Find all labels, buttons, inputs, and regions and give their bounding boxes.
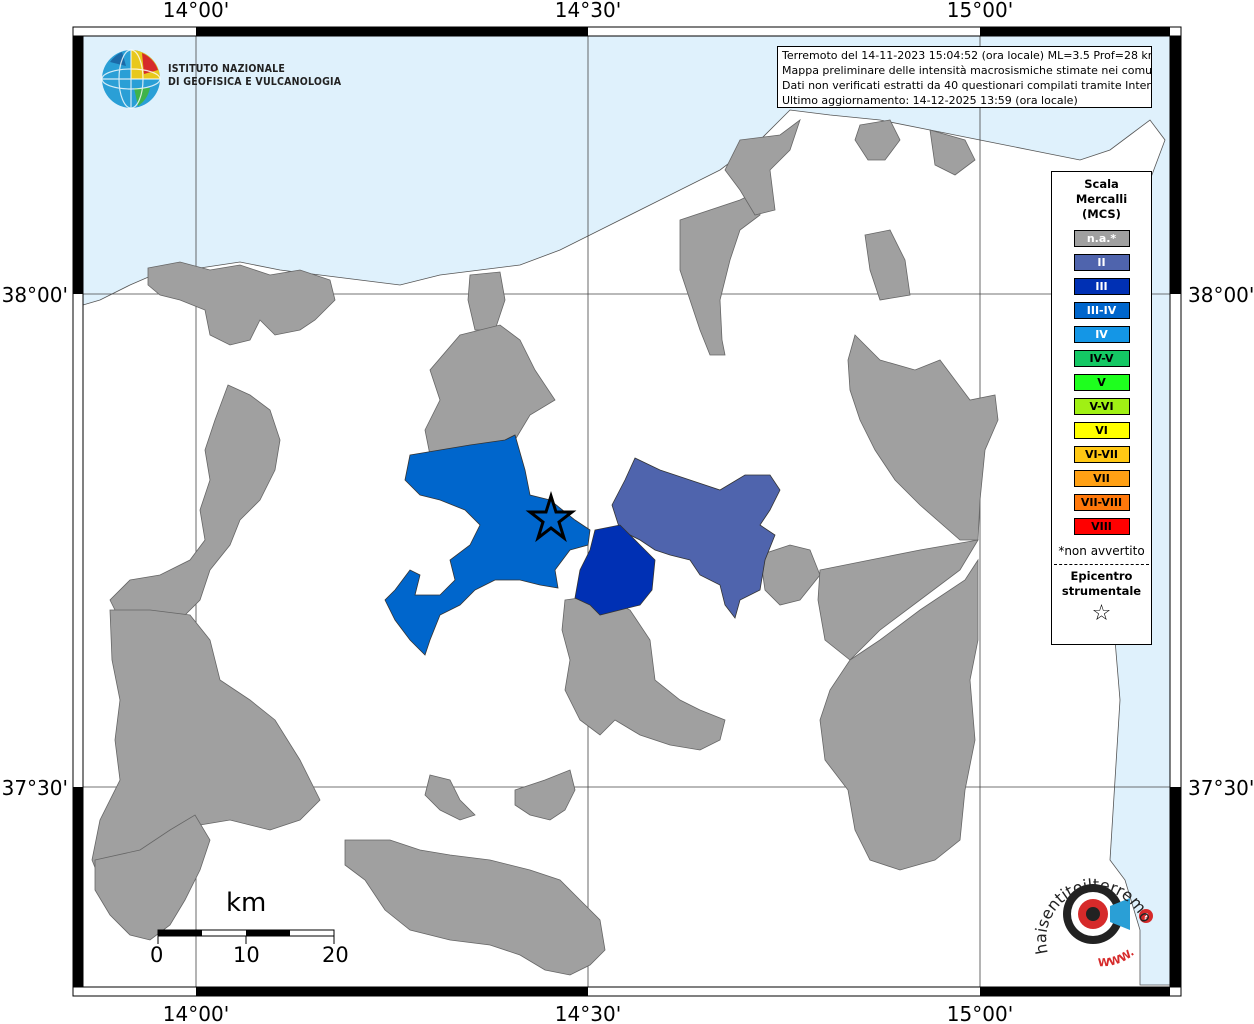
legend-swatch: V	[1073, 373, 1130, 391]
legend-item: VII-VIII	[1052, 490, 1151, 514]
mcs-legend: Scala Mercalli (MCS) n.a.* II III III-IV IV I…	[1051, 171, 1152, 645]
ingv-name-line1: ISTITUTO NAZIONALE	[168, 63, 286, 75]
legend-title-line2: Mercalli	[1075, 192, 1128, 206]
ingv-name-line2: DI GEOFISICA E VULCANOLOGIA	[168, 76, 342, 88]
legend-swatch: III-IV	[1073, 301, 1130, 319]
bottom-tick-15-00: 15°00'	[947, 1002, 1013, 1024]
hai-sentito-www: WWW.	[1098, 946, 1137, 969]
ingv-name: ISTITUTO NAZIONALE DI GEOFISICA E VULCAN…	[168, 63, 341, 89]
event-info-line2: Mappa preliminare delle intensità macros…	[782, 64, 1152, 77]
left-tick-38-00: 38°00'	[2, 283, 68, 307]
hai-sentito-logo: ? haisentitoilterremoto.it WWW.	[1023, 843, 1158, 978]
ingv-globe-icon	[101, 49, 161, 109]
legend-item: III-IV	[1052, 298, 1151, 322]
svg-text:WWW.: WWW.	[1098, 946, 1137, 969]
legend-title: Scala Mercalli (MCS)	[1052, 177, 1151, 222]
event-info-line4: Ultimo aggiornamento: 14-12-2025 13:59 (…	[782, 94, 1078, 107]
event-info-box: Terremoto del 14-11-2023 15:04:52 (ora l…	[777, 46, 1152, 108]
top-tick-14-00: 14°00'	[163, 0, 229, 22]
scale-tick-0: 0	[150, 943, 164, 967]
legend-item: II	[1052, 250, 1151, 274]
legend-swatch: V-VI	[1073, 397, 1130, 415]
scale-title: km	[226, 888, 267, 918]
legend-items: n.a.* II III III-IV IV IV-V V V-VI VI VI-VII VII VI…	[1052, 226, 1151, 538]
legend-swatch: n.a.*	[1073, 229, 1130, 247]
bottom-tick-14-30: 14°30'	[555, 1002, 621, 1024]
legend-item: V	[1052, 370, 1151, 394]
legend-swatch: VIII	[1073, 517, 1130, 535]
legend-title-line1: Scala	[1084, 177, 1119, 191]
legend-item: IV	[1052, 322, 1151, 346]
legend-epicenter-line1: Epicentro	[1070, 569, 1133, 583]
bottom-tick-14-00: 14°00'	[163, 1002, 229, 1024]
legend-swatch: VI	[1073, 421, 1130, 439]
legend-swatch: VII-VIII	[1073, 493, 1130, 511]
legend-epicenter-line2: strumentale	[1061, 584, 1142, 598]
top-tick-14-30: 14°30'	[555, 0, 621, 22]
right-tick-38-00: 38°00'	[1188, 283, 1254, 307]
legend-swatch: VII	[1073, 469, 1130, 487]
legend-item: VI	[1052, 418, 1151, 442]
legend-item: n.a.*	[1052, 226, 1151, 250]
legend-item: V-VI	[1052, 394, 1151, 418]
scale-tick-10: 10	[233, 943, 260, 967]
legend-item: VII	[1052, 466, 1151, 490]
legend-note: *non avvertito	[1058, 544, 1145, 558]
legend-swatch: II	[1073, 253, 1130, 271]
legend-item: VI-VII	[1052, 442, 1151, 466]
legend-swatch: III	[1073, 277, 1130, 295]
event-info-line1: Terremoto del 14-11-2023 15:04:52 (ora l…	[782, 49, 1152, 62]
left-tick-37-30: 37°30'	[2, 776, 68, 800]
right-tick-37-30: 37°30'	[1188, 776, 1254, 800]
legend-item: IV-V	[1052, 346, 1151, 370]
hai-sentito-logo-graphic: ? haisentitoilterremoto.it WWW.	[1023, 843, 1156, 969]
scale-tick-20: 20	[322, 943, 349, 967]
legend-separator	[1054, 564, 1149, 565]
legend-item: VIII	[1052, 514, 1151, 538]
top-tick-15-00: 15°00'	[947, 0, 1013, 22]
legend-swatch: IV	[1073, 325, 1130, 343]
legend-title-line3: (MCS)	[1082, 207, 1121, 221]
legend-epicenter-label: Epicentro strumentale	[1052, 569, 1151, 599]
legend-swatch: VI-VII	[1073, 445, 1130, 463]
legend-star-icon: ☆	[1091, 601, 1112, 626]
legend-item: III	[1052, 274, 1151, 298]
event-info-line3: Dati non verificati estratti da 40 quest…	[782, 79, 1152, 92]
legend-swatch: IV-V	[1073, 349, 1130, 367]
